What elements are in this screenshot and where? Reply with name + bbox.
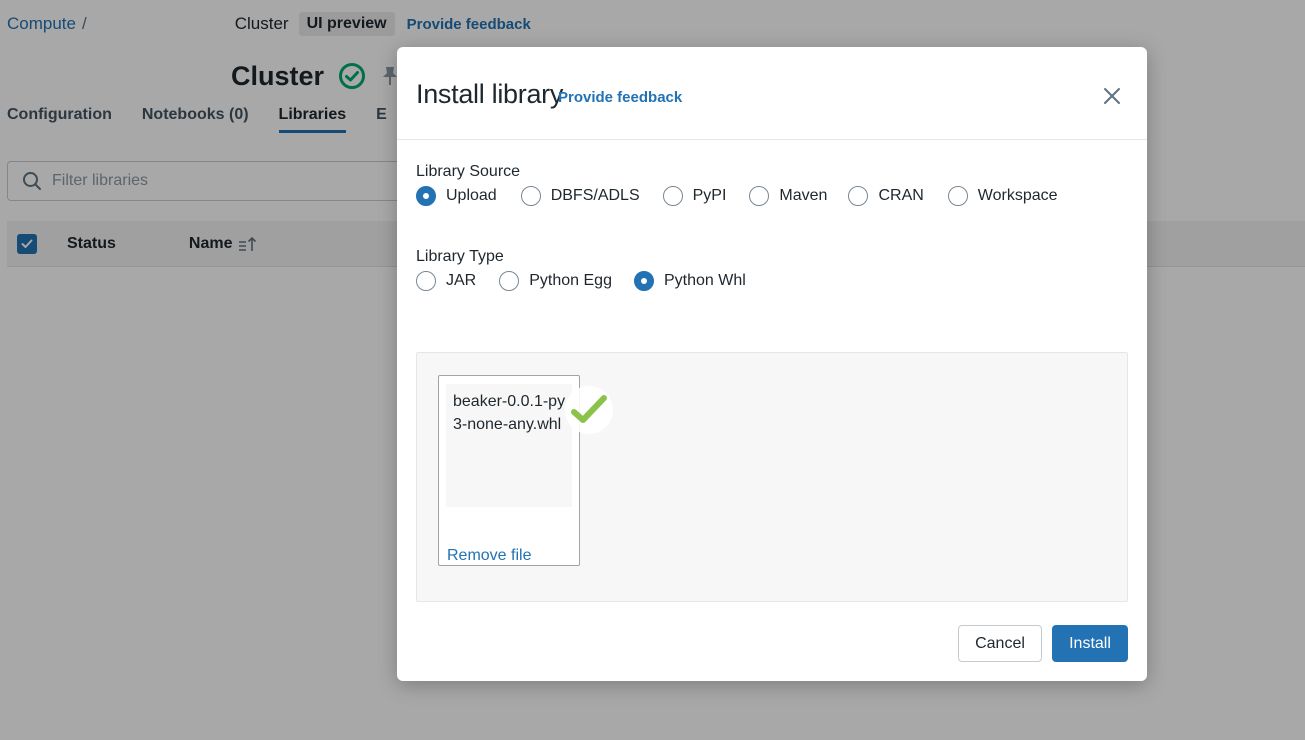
radio-label: CRAN (878, 187, 924, 204)
cancel-button[interactable]: Cancel (958, 625, 1042, 662)
type-python-egg-radio[interactable]: Python Egg (499, 271, 612, 291)
radio-button[interactable] (416, 186, 436, 206)
file-name: beaker-0.0.1-py3-none-any.whl (453, 393, 566, 433)
radio-label: Workspace (977, 187, 1058, 204)
source-dbfs-radio[interactable]: DBFS/ADLS (520, 186, 640, 206)
dialog-header: Install library Provide feedback (397, 47, 1147, 140)
radio-label: PyPI (692, 187, 727, 204)
file-dropzone[interactable]: beaker-0.0.1-py3-none-any.whl Remove fil… (416, 352, 1128, 602)
dialog-feedback-link[interactable]: Provide feedback (558, 89, 682, 106)
radio-button[interactable] (416, 271, 436, 291)
close-icon[interactable] (1103, 87, 1121, 105)
radio-button[interactable] (633, 271, 654, 291)
install-library-dialog: Install library Provide feedback Library… (397, 47, 1147, 681)
radio-button[interactable] (520, 186, 541, 206)
remove-file-link[interactable]: Remove file (447, 547, 531, 565)
dialog-title: Install library (416, 79, 564, 109)
library-source-label: Library Source (416, 163, 521, 180)
type-jar-radio[interactable]: JAR (416, 271, 476, 291)
radio-button[interactable] (848, 186, 869, 206)
radio-label: Python Whl (663, 272, 746, 289)
radio-label: Maven (779, 187, 828, 204)
source-pypi-radio[interactable]: PyPI (662, 186, 727, 206)
type-python-whl-radio[interactable]: Python Whl (633, 271, 746, 291)
install-button[interactable]: Install (1052, 625, 1128, 662)
radio-button[interactable] (662, 186, 683, 206)
radio-button[interactable] (499, 271, 520, 291)
radio-label: Upload (446, 187, 497, 204)
radio-button[interactable] (749, 186, 770, 206)
library-type-label: Library Type (416, 248, 504, 265)
library-source-options: Upload DBFS/ADLS PyPI Maven CRAN Workspa… (416, 186, 1058, 206)
library-type-options: JAR Python Egg Python Whl (416, 271, 746, 291)
radio-button[interactable] (947, 186, 968, 206)
source-cran-radio[interactable]: CRAN (848, 186, 924, 206)
source-maven-radio[interactable]: Maven (749, 186, 827, 206)
source-upload-radio[interactable]: Upload (416, 186, 497, 206)
uploaded-file-card: beaker-0.0.1-py3-none-any.whl Remove fil… (438, 375, 613, 566)
source-workspace-radio[interactable]: Workspace (947, 186, 1058, 206)
radio-label: Python Egg (529, 272, 612, 289)
upload-success-icon (565, 386, 613, 434)
radio-label: DBFS/ADLS (550, 187, 640, 204)
radio-label: JAR (446, 272, 477, 289)
